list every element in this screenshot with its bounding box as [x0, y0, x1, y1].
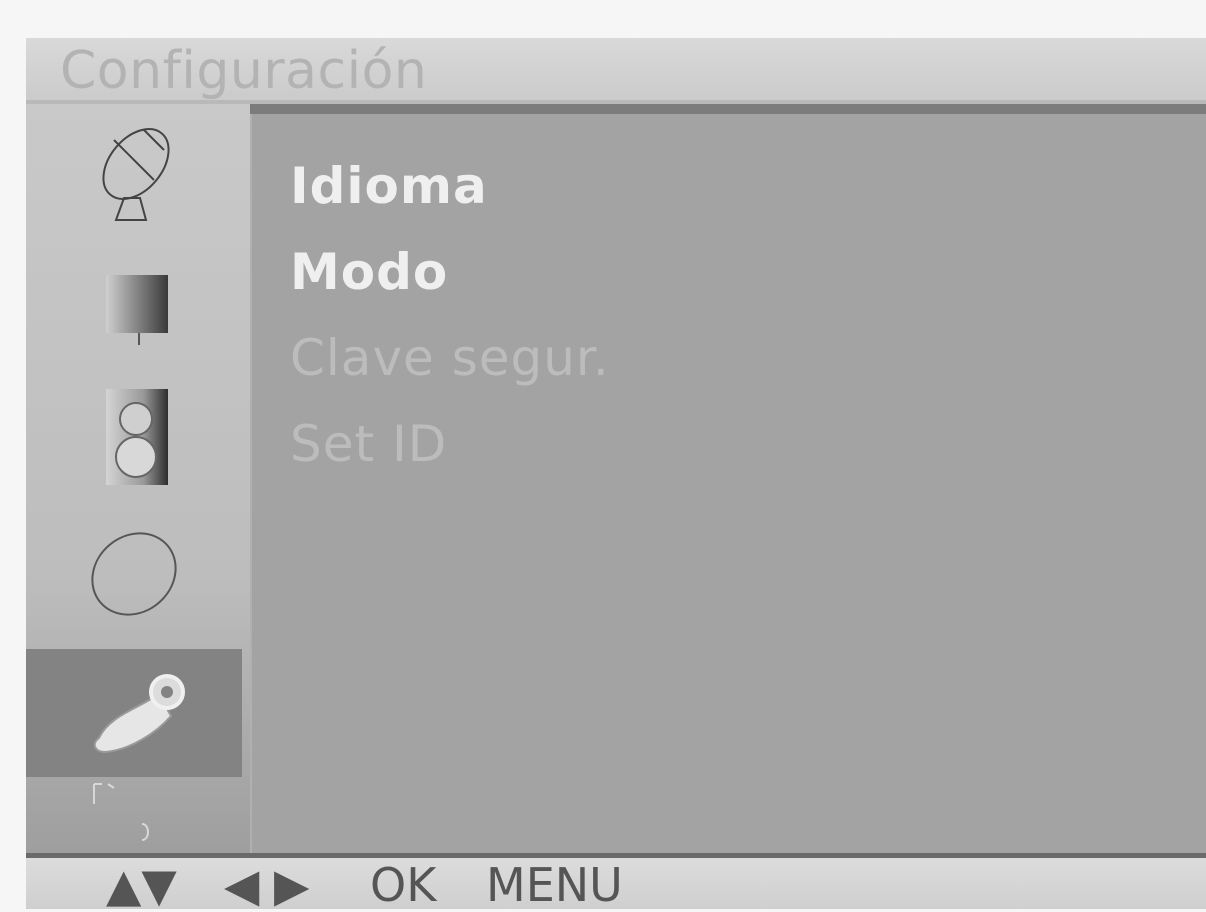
- menu-panel: Idioma Modo Clave segur. Set ID: [250, 114, 1206, 854]
- menu-item-modo[interactable]: Modo: [290, 242, 448, 302]
- ok-hint: OK: [370, 858, 437, 912]
- title-bar: Configuración: [26, 38, 1206, 104]
- picture-icon: [106, 275, 168, 345]
- navigation-hints-bar: ▲▼ ◀ ▶ OK MENU: [26, 853, 1206, 912]
- speaker-icon: [106, 389, 168, 485]
- leftright-arrows-icon: ◀ ▶: [224, 858, 310, 912]
- menu-item-set-id: Set ID: [290, 415, 448, 473]
- setup-key-icon: [93, 674, 185, 754]
- menu-hint: MENU: [486, 858, 623, 912]
- sidebar-item-picture[interactable]: [26, 244, 242, 362]
- sidebar-decoration: [86, 754, 166, 854]
- satellite-dish-icon: [102, 128, 170, 221]
- sidebar: [26, 104, 250, 891]
- sidebar-item-audio[interactable]: [26, 376, 242, 496]
- sidebar-item-time[interactable]: [26, 509, 242, 639]
- osd-window: Configuración Idioma Modo Clave segur. S…: [26, 38, 1206, 912]
- clock-icon: [91, 532, 177, 616]
- sidebar-item-channel[interactable]: [26, 116, 242, 234]
- page-title: Configuración: [60, 41, 428, 101]
- menu-item-clave-segur: Clave segur.: [290, 329, 610, 387]
- updown-arrows-icon: ▲▼: [106, 858, 177, 912]
- menu-item-idioma[interactable]: Idioma: [290, 156, 488, 216]
